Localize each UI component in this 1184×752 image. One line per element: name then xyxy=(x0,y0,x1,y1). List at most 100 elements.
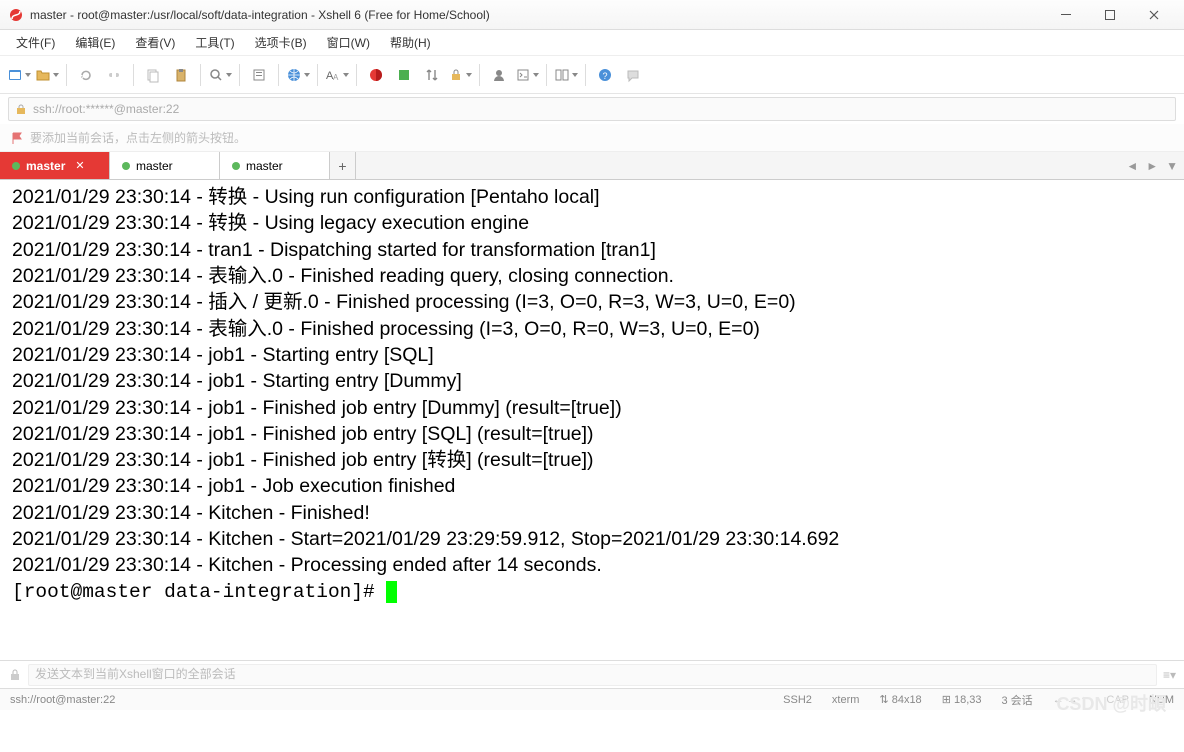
terminal-line: 2021/01/29 23:30:14 - job1 - Finished jo… xyxy=(12,447,1176,473)
separator xyxy=(200,64,201,86)
send-lock-icon[interactable] xyxy=(8,668,22,682)
app-logo-icon xyxy=(8,7,24,23)
title-bar: master - root@master:/usr/local/soft/dat… xyxy=(0,0,1184,30)
copy-icon[interactable] xyxy=(140,62,166,88)
send-placeholder: 发送文本到当前Xshell窗口的全部会话 xyxy=(35,667,236,681)
window-title: master - root@master:/usr/local/soft/dat… xyxy=(30,8,1044,22)
flag-icon xyxy=(10,131,24,145)
tab-list-icon[interactable]: ▼ xyxy=(1166,159,1178,173)
terminal-prompt[interactable]: [root@master data-integration]# xyxy=(12,579,1176,605)
send-input[interactable]: 发送文本到当前Xshell窗口的全部会话 xyxy=(28,664,1157,686)
terminal-line: 2021/01/29 23:30:14 - job1 - Job executi… xyxy=(12,473,1176,499)
tab-add-button[interactable]: + xyxy=(330,152,356,179)
terminal-line: 2021/01/29 23:30:14 - 转换 - Using run con… xyxy=(12,184,1176,210)
reconnect-icon[interactable] xyxy=(73,62,99,88)
separator xyxy=(278,64,279,86)
session-tabs: master ✕ master master + ◄ ► ▼ xyxy=(0,152,1184,180)
separator xyxy=(546,64,547,86)
status-address: ssh://root@master:22 xyxy=(10,694,115,706)
menu-tabs[interactable]: 选项卡(B) xyxy=(247,31,315,54)
hint-bar: 要添加当前会话，点击左侧的箭头按钮。 xyxy=(0,124,1184,152)
address-bar: ssh://root:******@master:22 xyxy=(0,94,1184,124)
status-caps: CAP xyxy=(1106,694,1129,706)
disconnect-icon[interactable] xyxy=(101,62,127,88)
user-icon[interactable] xyxy=(486,62,512,88)
tab-label: master xyxy=(26,159,65,173)
lock-icon[interactable] xyxy=(447,62,473,88)
globe-icon[interactable] xyxy=(285,62,311,88)
menu-help[interactable]: 帮助(H) xyxy=(382,31,439,54)
properties-icon[interactable] xyxy=(246,62,272,88)
status-num: NUM xyxy=(1149,694,1174,706)
separator xyxy=(356,64,357,86)
tab-next-icon[interactable]: ► xyxy=(1146,159,1158,173)
address-input[interactable]: ssh://root:******@master:22 xyxy=(8,97,1176,121)
color-theme-icon[interactable] xyxy=(363,62,389,88)
font-icon[interactable]: AA xyxy=(324,62,350,88)
help-icon[interactable]: ? xyxy=(592,62,618,88)
highlight-icon[interactable] xyxy=(391,62,417,88)
tab-label: master xyxy=(136,159,173,173)
terminal-line: 2021/01/29 23:30:14 - job1 - Starting en… xyxy=(12,342,1176,368)
menu-file[interactable]: 文件(F) xyxy=(8,31,63,54)
send-bar: 发送文本到当前Xshell窗口的全部会话 ≡▾ xyxy=(0,660,1184,688)
separator xyxy=(66,64,67,86)
status-size: ⇅ 84x18 xyxy=(879,693,921,706)
status-sessions: 3 会话 xyxy=(1002,692,1033,708)
terminal-line: 2021/01/29 23:30:14 - Kitchen - Start=20… xyxy=(12,526,1176,552)
cursor-icon xyxy=(386,581,397,603)
chat-icon[interactable] xyxy=(620,62,646,88)
status-nav-icon[interactable]: ← → ↑ xyxy=(1053,694,1087,706)
status-proto: SSH2 xyxy=(783,694,812,706)
svg-text:A: A xyxy=(333,73,339,82)
terminal-line: 2021/01/29 23:30:14 - job1 - Finished jo… xyxy=(12,421,1176,447)
status-bar: ssh://root@master:22 SSH2 xterm ⇅ 84x18 … xyxy=(0,688,1184,710)
menu-view[interactable]: 查看(V) xyxy=(127,31,183,54)
terminal-line: 2021/01/29 23:30:14 - Kitchen - Finished… xyxy=(12,500,1176,526)
paste-icon[interactable] xyxy=(168,62,194,88)
open-icon[interactable] xyxy=(34,62,60,88)
terminal-line: 2021/01/29 23:30:14 - 转换 - Using legacy … xyxy=(12,210,1176,236)
terminal-output[interactable]: 2021/01/29 23:30:14 - 转换 - Using run con… xyxy=(0,180,1184,660)
tab-label: master xyxy=(246,159,283,173)
close-button[interactable] xyxy=(1132,1,1176,29)
separator xyxy=(585,64,586,86)
separator xyxy=(317,64,318,86)
menu-tools[interactable]: 工具(T) xyxy=(187,31,242,54)
status-cursor: ⊞ 18,33 xyxy=(942,693,982,706)
tab-prev-icon[interactable]: ◄ xyxy=(1126,159,1138,173)
status-dot-icon xyxy=(232,162,240,170)
status-dot-icon xyxy=(12,162,20,170)
minimize-button[interactable] xyxy=(1044,1,1088,29)
script-icon[interactable] xyxy=(514,62,540,88)
menu-edit[interactable]: 编辑(E) xyxy=(67,31,123,54)
tab-master-2[interactable]: master xyxy=(110,152,220,179)
status-term: xterm xyxy=(832,694,860,706)
lock-small-icon xyxy=(15,103,27,115)
transfer-icon[interactable] xyxy=(419,62,445,88)
search-icon[interactable] xyxy=(207,62,233,88)
terminal-line: 2021/01/29 23:30:14 - job1 - Starting en… xyxy=(12,368,1176,394)
address-text: ssh://root:******@master:22 xyxy=(33,102,179,116)
toolbar: AA ? xyxy=(0,56,1184,94)
tab-master-3[interactable]: master xyxy=(220,152,330,179)
tabs-nav: ◄ ► ▼ xyxy=(1120,152,1184,179)
layout-icon[interactable] xyxy=(553,62,579,88)
terminal-line: 2021/01/29 23:30:14 - tran1 - Dispatchin… xyxy=(12,237,1176,263)
terminal-line: 2021/01/29 23:30:14 - job1 - Finished jo… xyxy=(12,395,1176,421)
hint-text: 要添加当前会话，点击左侧的箭头按钮。 xyxy=(30,129,246,146)
svg-text:?: ? xyxy=(603,71,608,81)
terminal-line: 2021/01/29 23:30:14 - 表输入.0 - Finished p… xyxy=(12,316,1176,342)
menu-window[interactable]: 窗口(W) xyxy=(319,31,378,54)
separator xyxy=(479,64,480,86)
menu-bar: 文件(F) 编辑(E) 查看(V) 工具(T) 选项卡(B) 窗口(W) 帮助(… xyxy=(0,30,1184,56)
tab-master-1[interactable]: master ✕ xyxy=(0,152,110,179)
new-session-icon[interactable] xyxy=(6,62,32,88)
tab-close-icon[interactable]: ✕ xyxy=(75,159,84,172)
terminal-line: 2021/01/29 23:30:14 - 插入 / 更新.0 - Finish… xyxy=(12,289,1176,315)
terminal-line: 2021/01/29 23:30:14 - Kitchen - Processi… xyxy=(12,552,1176,578)
separator xyxy=(133,64,134,86)
terminal-line: 2021/01/29 23:30:14 - 表输入.0 - Finished r… xyxy=(12,263,1176,289)
send-menu-icon[interactable]: ≡▾ xyxy=(1163,668,1176,682)
maximize-button[interactable] xyxy=(1088,1,1132,29)
